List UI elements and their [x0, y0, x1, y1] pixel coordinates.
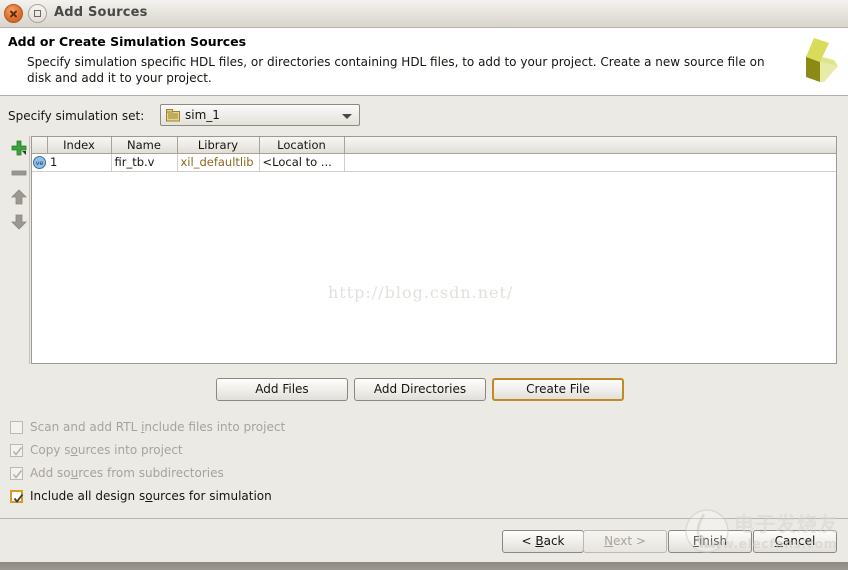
simulation-set-select[interactable]: sim_1 [160, 104, 360, 126]
page-description: Specify simulation specific HDL files, o… [27, 55, 765, 85]
xilinx-logo-icon [806, 38, 838, 82]
column-header-name[interactable]: Name [111, 137, 178, 154]
table-header-row: Index Name Library Location [32, 137, 836, 154]
next-button[interactable]: Next > [583, 530, 667, 553]
window-titlebar: Add Sources [0, 0, 848, 28]
checkbox-box[interactable] [10, 467, 23, 480]
arrow-down-icon[interactable] [9, 212, 29, 232]
column-header-library[interactable]: Library [177, 137, 260, 154]
page-title: Add or Create Simulation Sources [8, 34, 247, 49]
column-header-index[interactable]: Index [47, 137, 112, 154]
checkmark-icon [12, 447, 23, 456]
checkbox-label: Add sources from subdirectories [30, 466, 224, 480]
simulation-set-label: Specify simulation set: [8, 109, 145, 123]
chevron-down-icon[interactable] [342, 114, 352, 119]
sources-table[interactable]: Index Name Library Location ve 1 fir_tb.… [31, 136, 837, 364]
finish-button[interactable]: Finish [668, 530, 752, 553]
source-action-buttons: Add Files Add Directories Create File [0, 378, 848, 402]
dialog-footer: < Back Next > Finish Cancel [0, 519, 848, 562]
checkmark-icon [13, 493, 24, 503]
dialog-body: Specify simulation set: sim_1 Index Name… [0, 96, 848, 520]
simulation-set-value: sim_1 [185, 108, 220, 122]
checkbox-label: Scan and add RTL include files into proj… [30, 420, 286, 434]
cancel-button[interactable]: Cancel [753, 530, 837, 553]
checkbox-label: Include all design sources for simulatio… [30, 489, 272, 503]
checkbox-scan-rtl-include[interactable]: Scan and add RTL include files into proj… [8, 416, 508, 439]
window-title: Add Sources [54, 5, 148, 20]
column-header-icon[interactable] [32, 137, 48, 154]
window-controls [4, 4, 47, 23]
simulation-set-row: Specify simulation set: sim_1 [0, 104, 848, 130]
row-file-type: ve [32, 153, 47, 172]
checkbox-box[interactable] [10, 490, 24, 503]
folder-icon [166, 109, 180, 122]
create-file-button[interactable]: Create File [492, 378, 624, 401]
options-list: Scan and add RTL include files into proj… [8, 416, 508, 508]
row-name: fir_tb.v [111, 153, 178, 172]
desktop-strip [0, 562, 848, 570]
checkmark-icon [12, 470, 23, 479]
add-directories-button[interactable]: Add Directories [354, 378, 486, 401]
checkbox-box[interactable] [10, 444, 23, 457]
checkbox-include-design-sources[interactable]: Include all design sources for simulatio… [8, 485, 508, 508]
arrow-up-icon[interactable] [9, 187, 29, 207]
close-icon[interactable] [4, 4, 23, 23]
row-library: xil_defaultlib [177, 153, 260, 172]
checkbox-box[interactable] [10, 421, 23, 434]
add-sources-dialog: Add Sources Add or Create Simulation Sou… [0, 0, 848, 570]
column-header-location[interactable]: Location [259, 137, 345, 154]
minus-icon[interactable] [9, 163, 29, 183]
table-row[interactable]: ve 1 fir_tb.v xil_defaultlib <Local to .… [32, 153, 836, 172]
row-location: <Local to ... [259, 153, 345, 172]
back-button[interactable]: < Back [502, 530, 584, 553]
plus-icon[interactable] [9, 138, 29, 158]
dialog-header: Add or Create Simulation Sources Specify… [0, 28, 848, 96]
column-header-filler [344, 137, 836, 154]
add-files-button[interactable]: Add Files [216, 378, 348, 401]
checkbox-label: Copy sources into project [30, 443, 183, 457]
row-filler [344, 153, 836, 172]
verilog-file-icon: ve [33, 156, 46, 170]
checkbox-add-subdirectories[interactable]: Add sources from subdirectories [8, 462, 508, 485]
sources-toolbar [8, 136, 30, 364]
checkbox-copy-sources[interactable]: Copy sources into project [8, 439, 508, 462]
row-index: 1 [47, 153, 112, 172]
maximize-icon[interactable] [28, 4, 47, 23]
svg-text:ve: ve [36, 159, 44, 167]
